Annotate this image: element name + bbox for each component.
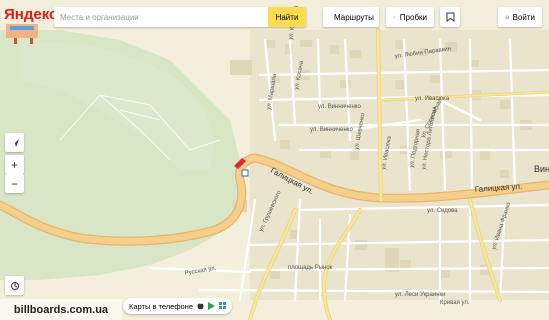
login-icon: [505, 15, 509, 19]
windows-icon: [219, 302, 226, 309]
google-play-icon: [208, 302, 215, 310]
street-label-ivasyuka-2: ул. Ивасюка: [415, 96, 450, 102]
mobile-apps-promo[interactable]: Карты в телефоне: [123, 298, 232, 314]
watermark: billboards.com.ua: [0, 299, 122, 320]
search-button[interactable]: Найти: [268, 7, 306, 27]
traffic-button[interactable]: Пробки: [386, 7, 434, 27]
routes-button[interactable]: Маршруты: [323, 7, 379, 27]
ruler-icon: [10, 281, 19, 290]
zoom-out-button[interactable]: −: [5, 174, 24, 193]
apple-icon: [197, 303, 204, 310]
street-label-lesi: ул. Леси Украинки: [395, 292, 445, 298]
routes-label: Маршруты: [334, 12, 374, 22]
zoom-in-button[interactable]: +: [5, 155, 24, 174]
traffic-label: Пробки: [399, 12, 427, 22]
phone-promo-label: Карты в телефоне: [129, 301, 193, 311]
compass-button[interactable]: [5, 133, 24, 152]
bookmark-icon: [446, 12, 454, 22]
yandex-logo[interactable]: Яндекс: [4, 6, 57, 23]
logo-flag-icon: [6, 24, 38, 44]
login-button[interactable]: Войти: [498, 7, 542, 27]
bookmarks-button[interactable]: [440, 7, 460, 27]
street-label-ploshad: площадь Рынок: [288, 265, 333, 271]
traffic-icon: [393, 15, 396, 19]
street-label-vinnichenko: ул. Винниченко: [318, 104, 362, 110]
poi-label: Вин: [534, 164, 549, 174]
compass-icon: [10, 138, 19, 147]
street-label-kryshevaya: Кривая ул.: [440, 300, 470, 306]
street-label-sedova: ул. Седова: [427, 208, 458, 214]
street-label-vinnichenko-2: ул. Винниченко: [310, 127, 354, 133]
ruler-button[interactable]: [5, 276, 24, 295]
search-bar: Найти: [54, 7, 306, 27]
map-canvas[interactable]: Галицкая ул. Галицкая ул. ул. Винниченко…: [0, 0, 549, 320]
login-label: Войти: [512, 12, 535, 22]
search-input[interactable]: [54, 7, 268, 27]
